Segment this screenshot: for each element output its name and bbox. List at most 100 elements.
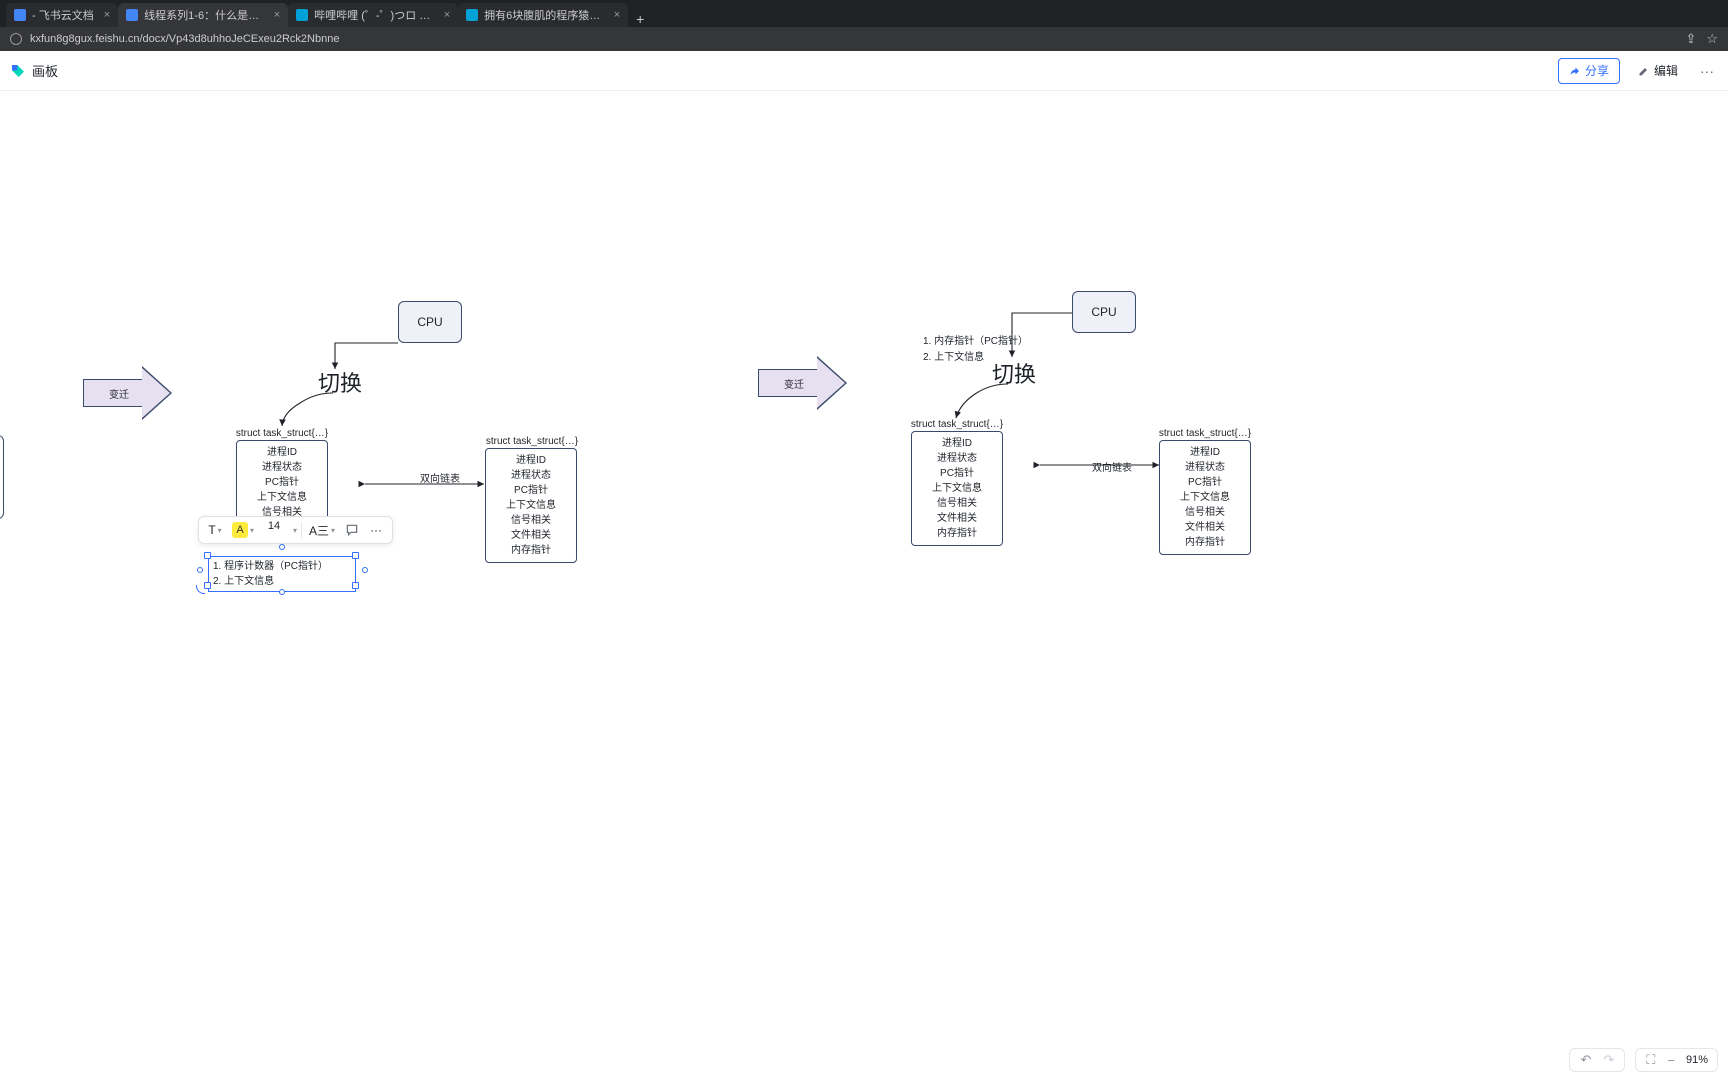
undo-button[interactable]: ↶ — [1576, 1052, 1595, 1068]
app-header-left: 画板 — [10, 61, 58, 80]
arrow-label: 变迁 — [83, 366, 155, 420]
close-icon[interactable]: × — [104, 9, 110, 21]
struct-label-left-b: struct task_struct{…} — [480, 435, 584, 449]
struct-item: 内存指针 — [492, 543, 570, 558]
comment-button[interactable] — [342, 520, 362, 540]
history-controls: ↶ ↷ — [1569, 1048, 1625, 1072]
address-text: kxfun8g8gux.feishu.cn/docx/Vp43d8uhhoJeC… — [30, 33, 339, 45]
arrow-label: 变迁 — [758, 356, 830, 410]
switch-label-left: 切换 — [318, 369, 362, 399]
edit-label: 编辑 — [1654, 62, 1678, 79]
chevron-down-icon[interactable]: ▾ — [293, 526, 297, 535]
bookmark-icon[interactable]: ☆ — [1706, 31, 1718, 47]
struct-item: 进程ID — [918, 436, 996, 451]
sel-line: 2. 上下文信息 — [213, 574, 351, 589]
struct-item: PC指针 — [1166, 475, 1244, 490]
struct-item: 上下文信息 — [918, 481, 996, 496]
style-glyph: A三 — [309, 522, 329, 539]
close-icon[interactable]: × — [444, 9, 450, 21]
font-size-value[interactable]: 14 — [261, 520, 287, 540]
struct-label-left-a: struct task_struct{…} — [230, 427, 334, 441]
struct-item: PC指针 — [492, 483, 570, 498]
transition-arrow-right[interactable]: 变迁 — [758, 356, 850, 410]
favicon-icon — [466, 9, 478, 21]
new-tab-button[interactable]: + — [628, 11, 652, 27]
text-tool-glyph: T — [208, 523, 215, 537]
struct-item: 内存指针 — [1166, 535, 1244, 550]
more-icon[interactable]: ··· — [1696, 63, 1718, 79]
resize-handle[interactable] — [204, 552, 211, 559]
struct-label-right-a: struct task_struct{…} — [905, 418, 1009, 432]
transition-arrow-left[interactable]: 变迁 — [83, 366, 175, 420]
more-button[interactable]: ··· — [366, 520, 386, 540]
struct-item: 信号相关 — [918, 496, 996, 511]
site-info-icon[interactable] — [10, 33, 22, 45]
text-style-button[interactable]: A三 ▾ — [306, 520, 338, 540]
annot-line: 1. 内存指针（PC指针） — [923, 334, 1028, 350]
tab-label: 拥有6块腹肌的程序猿的个人空 — [484, 7, 604, 23]
canvas[interactable]: 变迁 CPU 切换 struct task_struct{…} 进程ID 进程状… — [0, 91, 1728, 1080]
browser-tab[interactable]: 拥有6块腹肌的程序猿的个人空 × — [458, 3, 628, 27]
struct-item: 进程ID — [492, 453, 570, 468]
edge-handle[interactable] — [362, 567, 368, 573]
browser-chrome: - 飞书云文档 × 线程系列1-6：什么是线程？ × 哔哩哔哩 (゜-゜)つロ … — [0, 0, 1728, 51]
link-label-right: 双向链表 — [1092, 462, 1132, 476]
chevron-down-icon: ▾ — [218, 526, 222, 535]
cpu-box-left[interactable]: CPU — [398, 301, 462, 343]
cpu-label: CPU — [1091, 304, 1116, 320]
edge-handle[interactable] — [279, 544, 285, 550]
struct-item: PC指针 — [918, 466, 996, 481]
resize-handle[interactable] — [352, 582, 359, 589]
comment-icon — [345, 523, 359, 537]
text-tool-button[interactable]: T ▾ — [205, 520, 225, 540]
edge-handle[interactable] — [279, 589, 285, 595]
browser-tab[interactable]: - 飞书云文档 × — [6, 3, 118, 27]
chevron-down-icon: ▾ — [331, 526, 335, 535]
struct-item: 文件相关 — [1166, 520, 1244, 535]
tab-bar: - 飞书云文档 × 线程系列1-6：什么是线程？ × 哔哩哔哩 (゜-゜)つロ … — [0, 0, 1728, 27]
struct-box-left-b[interactable]: 进程ID 进程状态 PC指针 上下文信息 信号相关 文件相关 内存指针 — [485, 448, 577, 563]
struct-item: 内存指针 — [918, 526, 996, 541]
cpu-box-right[interactable]: CPU — [1072, 291, 1136, 333]
struct-item: PC指针 — [243, 475, 321, 490]
edit-button[interactable]: 编辑 — [1630, 58, 1686, 84]
sel-line: 1. 程序计数器（PC指针） — [213, 559, 351, 574]
bottom-controls: ↶ ↷ ⛶ − 91% — [1569, 1048, 1718, 1072]
struct-box-right-a[interactable]: 进程ID 进程状态 PC指针 上下文信息 信号相关 文件相关 内存指针 — [911, 431, 1003, 546]
separator — [301, 522, 302, 538]
app-header-right: 分享 编辑 ··· — [1558, 58, 1718, 84]
resize-handle[interactable] — [352, 552, 359, 559]
zoom-out-button[interactable]: − — [1663, 1053, 1679, 1068]
struct-item: 上下文信息 — [492, 498, 570, 513]
tab-label: 线程系列1-6：什么是线程？ — [144, 7, 264, 23]
highlight-color-button[interactable]: A ▾ — [229, 520, 257, 540]
edge-handle[interactable] — [197, 567, 203, 573]
struct-item: 上下文信息 — [243, 490, 321, 505]
app-title: 画板 — [32, 61, 58, 80]
app-logo-icon — [10, 63, 26, 79]
browser-tab[interactable]: 哔哩哔哩 (゜-゜)つロ 干杯~--bil × — [288, 3, 458, 27]
share-icon[interactable]: ⇪ — [1685, 31, 1696, 47]
close-icon[interactable]: × — [614, 9, 620, 21]
selected-text-box[interactable]: 1. 程序计数器（PC指针） 2. 上下文信息 — [208, 556, 356, 592]
struct-item: 信号相关 — [1166, 505, 1244, 520]
app-header: 画板 分享 编辑 ··· — [0, 51, 1728, 91]
redo-button[interactable]: ↷ — [1599, 1052, 1618, 1068]
close-icon[interactable]: × — [274, 9, 280, 21]
browser-tab[interactable]: 线程系列1-6：什么是线程？ × — [118, 3, 288, 27]
rotate-handle[interactable] — [196, 585, 206, 595]
present-button[interactable]: ⛶ — [1642, 1052, 1659, 1068]
struct-label-right-b: struct task_struct{…} — [1153, 427, 1257, 441]
chevron-down-icon: ▾ — [250, 526, 254, 535]
zoom-value[interactable]: 91% — [1683, 1054, 1711, 1066]
struct-box-right-b[interactable]: 进程ID 进程状态 PC指针 上下文信息 信号相关 文件相关 内存指针 — [1159, 440, 1251, 555]
share-button[interactable]: 分享 — [1558, 58, 1620, 84]
favicon-icon — [126, 9, 138, 21]
switch-label-right: 切换 — [992, 360, 1036, 390]
offscreen-box[interactable] — [0, 435, 4, 519]
address-bar[interactable]: kxfun8g8gux.feishu.cn/docx/Vp43d8uhhoJeC… — [0, 27, 1728, 51]
share-label: 分享 — [1585, 62, 1609, 79]
struct-item: 信号相关 — [492, 513, 570, 528]
struct-item: 文件相关 — [492, 528, 570, 543]
struct-item: 进程ID — [243, 445, 321, 460]
